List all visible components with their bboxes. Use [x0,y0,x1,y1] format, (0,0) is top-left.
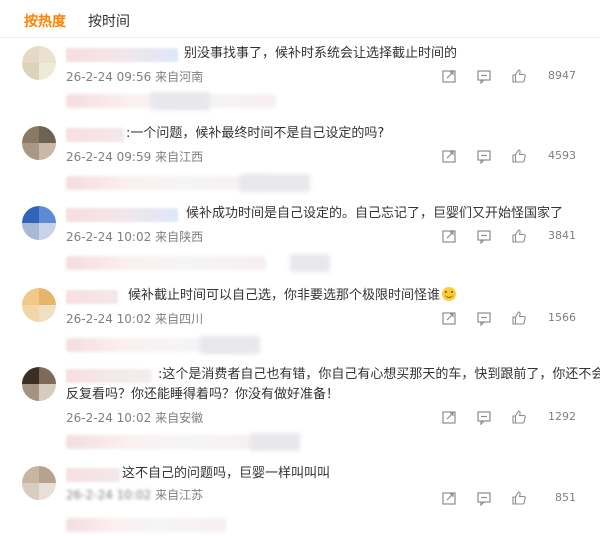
avatar[interactable] [22,206,56,240]
share-icon[interactable] [441,68,457,84]
comment-text: 别没事找事了，候补时系统会让选择截止时间的 [184,46,458,61]
comment-meta: 26-2-24 10:02 来自安徽 [66,409,203,426]
avatar[interactable] [22,288,56,322]
share-icon[interactable] [441,228,457,244]
thumbs-up-icon[interactable] [511,68,527,84]
like-count: 4593 [548,149,576,162]
comment-time: 26-2-24 09:59 [66,150,152,164]
thumbs-up-icon[interactable] [511,148,527,164]
like-count: 851 [555,491,576,504]
comment-time: 26-2-24 10:02 [66,411,152,425]
comment-text-continued: 反复看吗？你还能睡得着吗？你没有做好准备！ [66,387,340,402]
username-blurred[interactable] [66,468,120,482]
replies-preview-blurred[interactable] [66,435,266,449]
share-icon[interactable] [441,409,457,425]
thumbs-up-icon[interactable] [511,490,527,506]
avatar[interactable] [22,466,56,500]
like-count: 8947 [548,69,576,82]
comment-actions: 8947 [440,68,600,84]
tab-by-time[interactable]: 按时间 [88,11,130,31]
thumbs-up-icon[interactable] [511,409,527,425]
username-blurred[interactable] [66,208,178,222]
avatar[interactable] [22,46,56,80]
replies-preview-blurred [250,433,300,451]
comment-meta: 26-2-24 09:59 来自江西 [66,148,203,165]
comment-icon[interactable] [476,409,492,425]
share-icon[interactable] [441,490,457,506]
comment-text: 候补成功时间是自己设定的。自己忘记了，巨婴们又开始怪国家了 [186,206,564,221]
like-count: 1292 [548,410,576,423]
comment-meta: 26-2-24 09:56 来自河南 [66,68,203,85]
comment-meta: 26-2-24 10:02 来自陕西 [66,228,203,245]
comment-time: 26-2-24 10:02 [66,230,152,244]
share-icon[interactable] [441,310,457,326]
username-blurred[interactable] [66,290,118,304]
comment-meta: 26-2-24 10:02 来自江苏 [66,486,203,503]
comment-icon[interactable] [476,490,492,506]
replies-preview-blurred [200,336,260,354]
share-icon[interactable] [441,148,457,164]
username-blurred[interactable] [66,48,178,62]
replies-preview-blurred[interactable] [66,518,226,532]
comment-time: 26-2-24 10:02 [66,488,152,502]
comment-icon[interactable] [476,148,492,164]
comment-location: 来自河南 [155,70,204,84]
smile-emoji-icon [442,287,457,301]
tab-by-popularity[interactable]: 按热度 [24,11,66,31]
comment-text: :一个问题，候补最终时间不是自己设定的吗? [126,126,385,141]
comment-icon[interactable] [476,310,492,326]
comment-actions: 1566 [440,310,600,326]
comment-text: 这不自己的问题吗，巨婴一样叫叫叫 [122,466,331,481]
like-count: 3841 [548,229,576,242]
username-blurred[interactable] [66,369,152,383]
replies-preview-blurred [150,92,210,110]
comment-icon[interactable] [476,228,492,244]
replies-preview-blurred[interactable] [66,256,266,270]
comment-meta: 26-2-24 10:02 来自四川 [66,310,203,327]
comment-time: 26-2-24 10:02 [66,312,152,326]
avatar[interactable] [22,126,56,160]
comment-text: 候补截止时间可以自己选，你非要选那个极限时间怪谁 [128,286,457,306]
comment-actions: 4593 [440,148,600,164]
comment-location: 来自陕西 [155,230,204,244]
comment-icon[interactable] [476,68,492,84]
comment-time: 26-2-24 09:56 [66,70,152,84]
like-count: 1566 [548,311,576,324]
comment-text-body: 候补截止时间可以自己选，你非要选那个极限时间怪谁 [128,288,441,303]
comment-location: 来自江西 [155,150,204,164]
comment-location: 来自安徽 [155,411,204,425]
username-blurred[interactable] [66,128,124,142]
thumbs-up-icon[interactable] [511,228,527,244]
comment-location: 来自江苏 [155,488,204,502]
sort-tabs: 按热度 按时间 [0,0,600,38]
comment-actions: 1292 [440,409,600,425]
replies-preview-blurred [240,174,310,192]
comment-text: :这个是消费者自己也有错，你自己有心想买那天的车，快到跟前了，你还不会 [158,367,600,382]
avatar[interactable] [22,367,56,401]
replies-preview-blurred[interactable] [66,176,266,190]
comment-location: 来自四川 [155,312,204,326]
thumbs-up-icon[interactable] [511,310,527,326]
replies-preview-blurred [290,254,330,272]
comment-actions: 3841 [440,228,600,244]
comment-actions: 851 [440,490,600,506]
